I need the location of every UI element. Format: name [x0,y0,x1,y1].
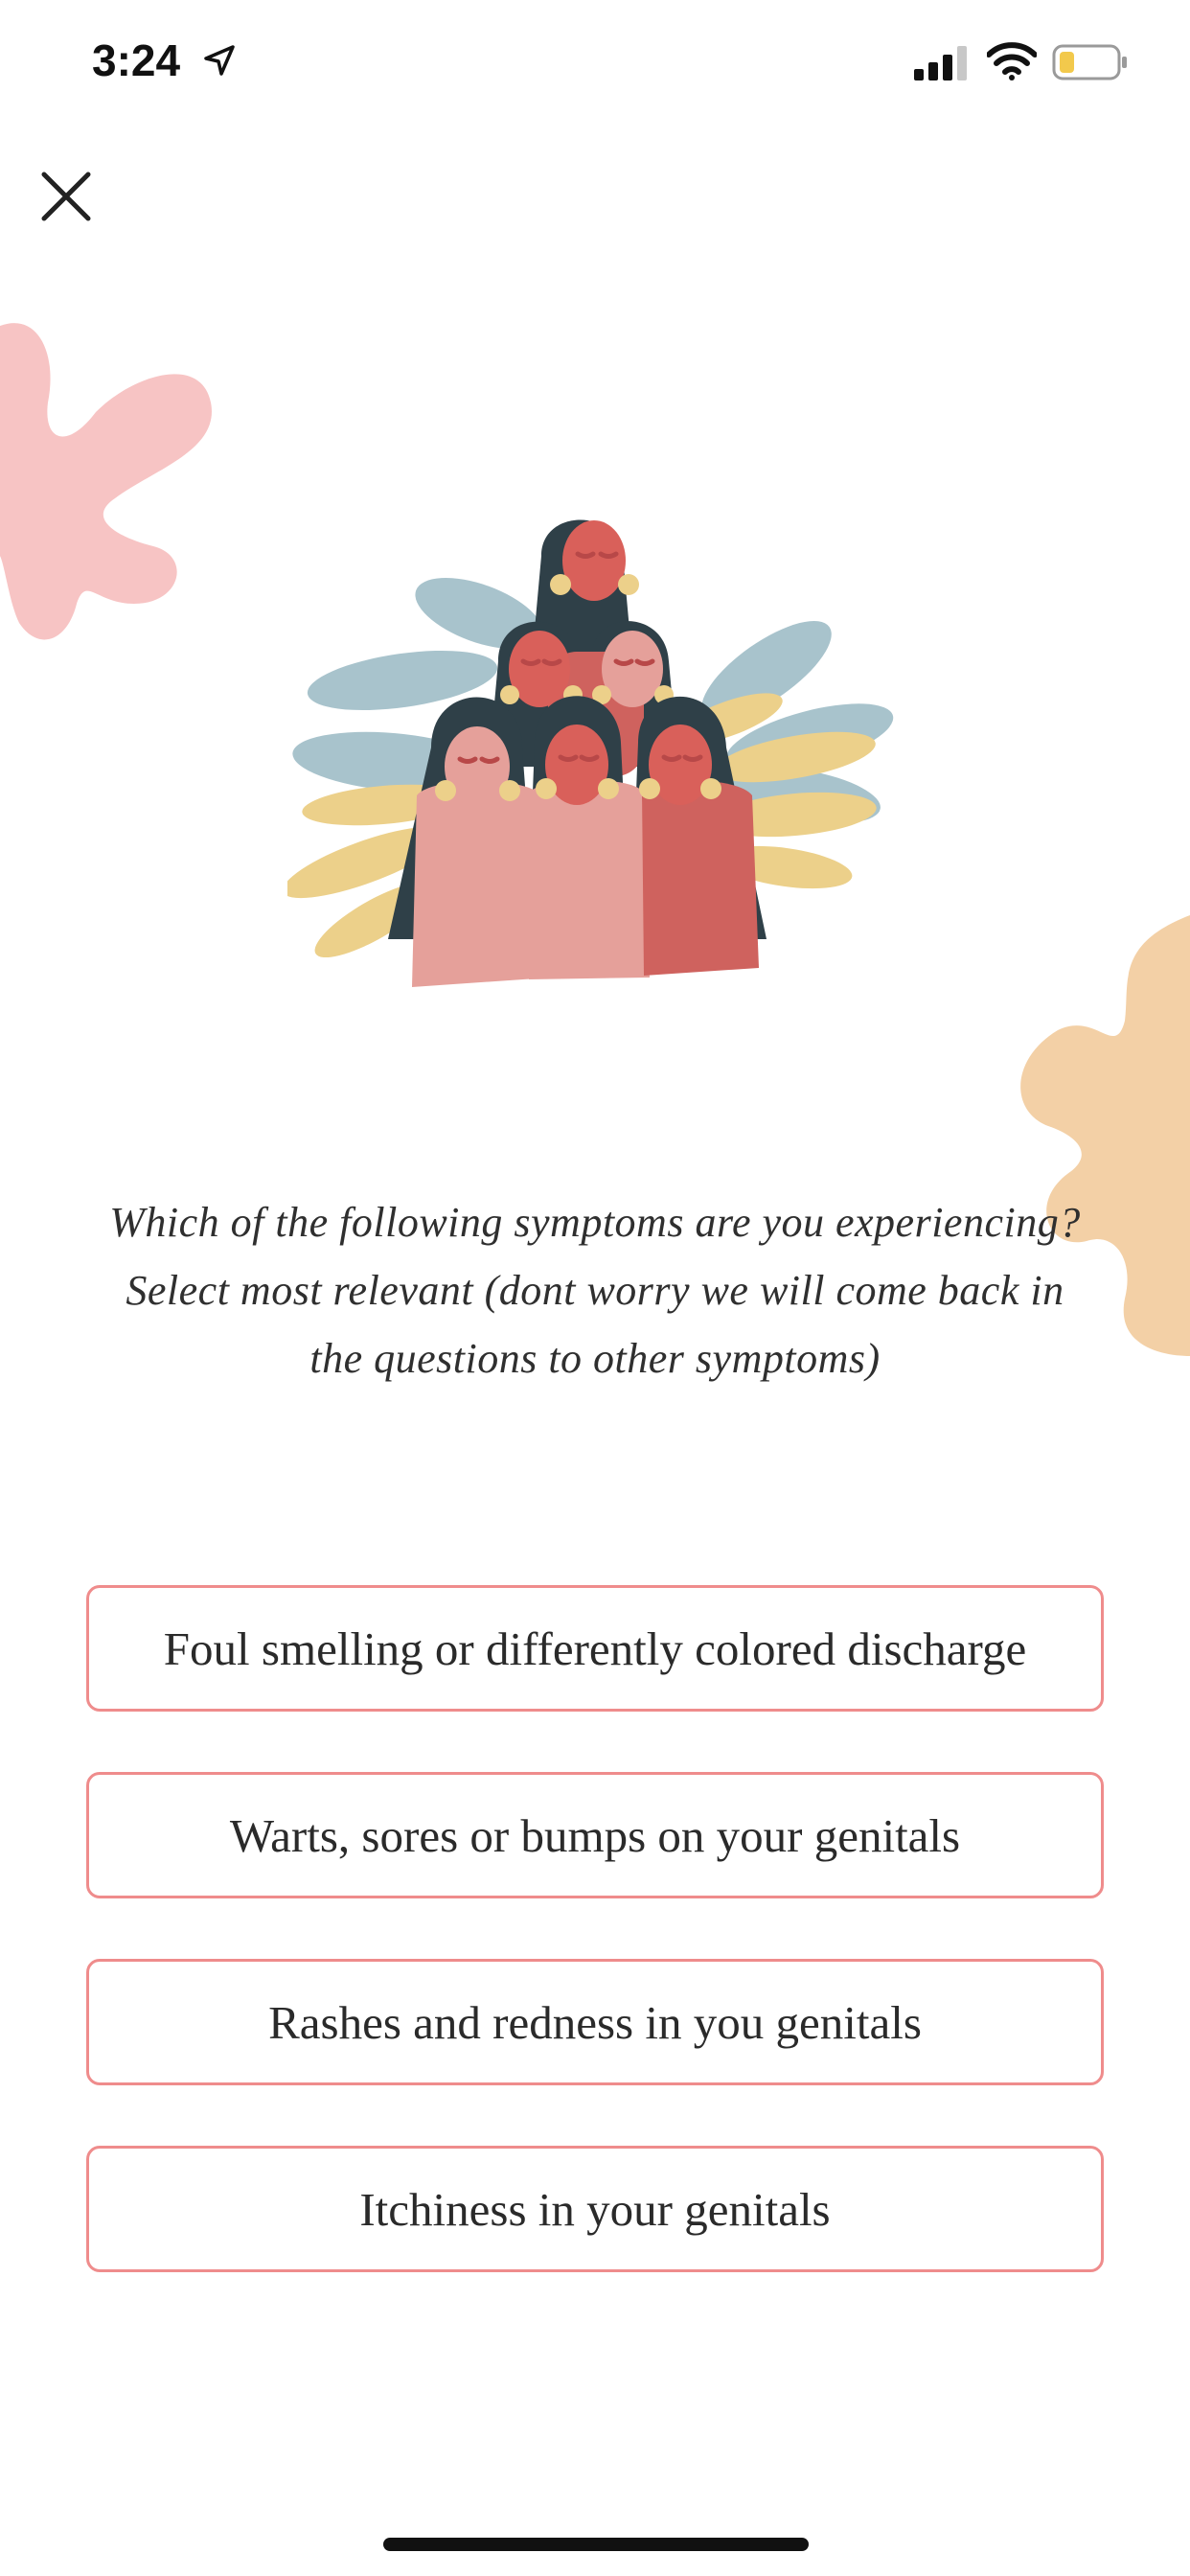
wifi-icon [987,42,1037,80]
option-button-rashes[interactable]: Rashes and redness in you genitals [86,1959,1104,2085]
option-button-discharge[interactable]: Foul smelling or differently colored dis… [86,1585,1104,1712]
status-time: 3:24 [92,35,181,85]
option-label: Rashes and redness in you genitals [268,1995,922,2049]
home-indicator[interactable] [383,2538,809,2551]
option-button-itchiness[interactable]: Itchiness in your genitals [86,2146,1104,2272]
location-arrow-icon [204,45,235,76]
option-button-warts[interactable]: Warts, sores or bumps on your genitals [86,1772,1104,1898]
close-icon [41,172,91,221]
option-label: Itchiness in your genitals [359,2182,831,2236]
symptom-options: Foul smelling or differently colored dis… [86,1585,1104,2333]
close-button[interactable] [34,165,98,228]
question-text: Which of the following symptoms are you … [109,1199,1081,1382]
status-bar: 3:24 [0,0,1190,128]
option-label: Foul smelling or differently colored dis… [163,1622,1027,1675]
battery-icon [1052,44,1127,80]
option-label: Warts, sores or bumps on your genitals [229,1808,961,1862]
women-group-illustration [287,519,894,987]
decorative-blob-pink [0,323,212,640]
signal-icon [914,46,967,80]
